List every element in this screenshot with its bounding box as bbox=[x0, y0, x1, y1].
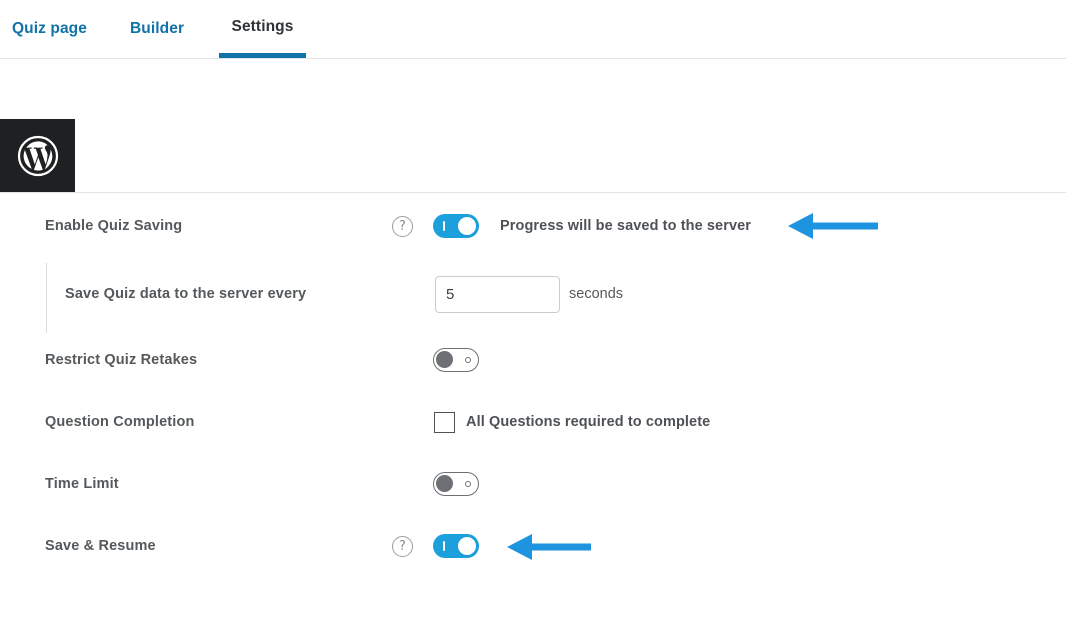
toggle-time-limit[interactable] bbox=[433, 472, 479, 496]
toggle-save-and-resume[interactable] bbox=[433, 534, 479, 558]
setting-label-time-limit: Time Limit bbox=[45, 476, 119, 492]
setting-row-question-completion: Question Completion All Questions requir… bbox=[0, 391, 1066, 453]
setting-control-question-completion: All Questions required to complete bbox=[434, 412, 710, 433]
tab-settings-label: Settings bbox=[232, 18, 294, 36]
checkbox-label-all-questions-required: All Questions required to complete bbox=[466, 414, 710, 430]
toggle-on-bar-icon bbox=[443, 541, 445, 551]
tab-builder[interactable]: Builder bbox=[130, 0, 184, 58]
setting-label-question-completion: Question Completion bbox=[45, 414, 194, 430]
tab-builder-label: Builder bbox=[130, 20, 184, 38]
toggle-off-dot-icon bbox=[465, 481, 471, 487]
setting-row-time-limit: Time Limit bbox=[0, 453, 1066, 515]
setting-row-restrict-quiz-retakes: Restrict Quiz Retakes bbox=[0, 329, 1066, 391]
tab-quiz-page-label: Quiz page bbox=[12, 20, 87, 38]
setting-row-enable-quiz-saving: Enable Quiz Saving ? Progress will be sa… bbox=[0, 193, 1066, 259]
toggle-restrict-quiz-retakes[interactable] bbox=[433, 348, 479, 372]
toggle-knob bbox=[458, 537, 476, 555]
checkbox-all-questions-required[interactable] bbox=[434, 412, 455, 433]
save-interval-input[interactable] bbox=[435, 276, 560, 313]
wordpress-logo-block bbox=[0, 119, 75, 193]
setting-label-enable-quiz-saving: Enable Quiz Saving bbox=[45, 218, 182, 234]
setting-control-save-and-resume: ? bbox=[392, 534, 479, 558]
setting-control-enable-quiz-saving: ? Progress will be saved to the server bbox=[392, 214, 751, 238]
help-question-icon-enable-quiz-saving[interactable]: ? bbox=[392, 216, 413, 237]
toggle-knob bbox=[436, 475, 453, 492]
setting-label-save-and-resume: Save & Resume bbox=[45, 538, 156, 554]
setting-label-save-quiz-data-interval: Save Quiz data to the server every bbox=[65, 286, 306, 302]
setting-control-restrict-quiz-retakes bbox=[433, 348, 479, 372]
tab-quiz-page[interactable]: Quiz page bbox=[12, 0, 87, 58]
setting-control-time-limit bbox=[433, 472, 479, 496]
setting-row-save-and-resume: Save & Resume ? bbox=[0, 515, 1066, 577]
tab-settings[interactable]: Settings bbox=[219, 0, 306, 58]
status-text-enable-quiz-saving: Progress will be saved to the server bbox=[500, 218, 751, 234]
setting-row-save-quiz-data-interval: Save Quiz data to the server every secon… bbox=[0, 259, 1066, 329]
wordpress-logo-icon bbox=[17, 135, 59, 177]
toggle-knob bbox=[436, 351, 453, 368]
toggle-on-bar-icon bbox=[443, 221, 445, 231]
toggle-enable-quiz-saving[interactable] bbox=[433, 214, 479, 238]
setting-label-restrict-quiz-retakes: Restrict Quiz Retakes bbox=[45, 352, 197, 368]
save-interval-unit-label: seconds bbox=[569, 286, 623, 302]
help-question-icon-save-and-resume[interactable]: ? bbox=[392, 536, 413, 557]
toggle-knob bbox=[458, 217, 476, 235]
setting-control-save-quiz-data-interval: seconds bbox=[435, 276, 623, 313]
toggle-off-dot-icon bbox=[465, 357, 471, 363]
tab-bar: Quiz page Builder Settings bbox=[0, 0, 1066, 59]
setting-indent-line bbox=[46, 263, 47, 333]
